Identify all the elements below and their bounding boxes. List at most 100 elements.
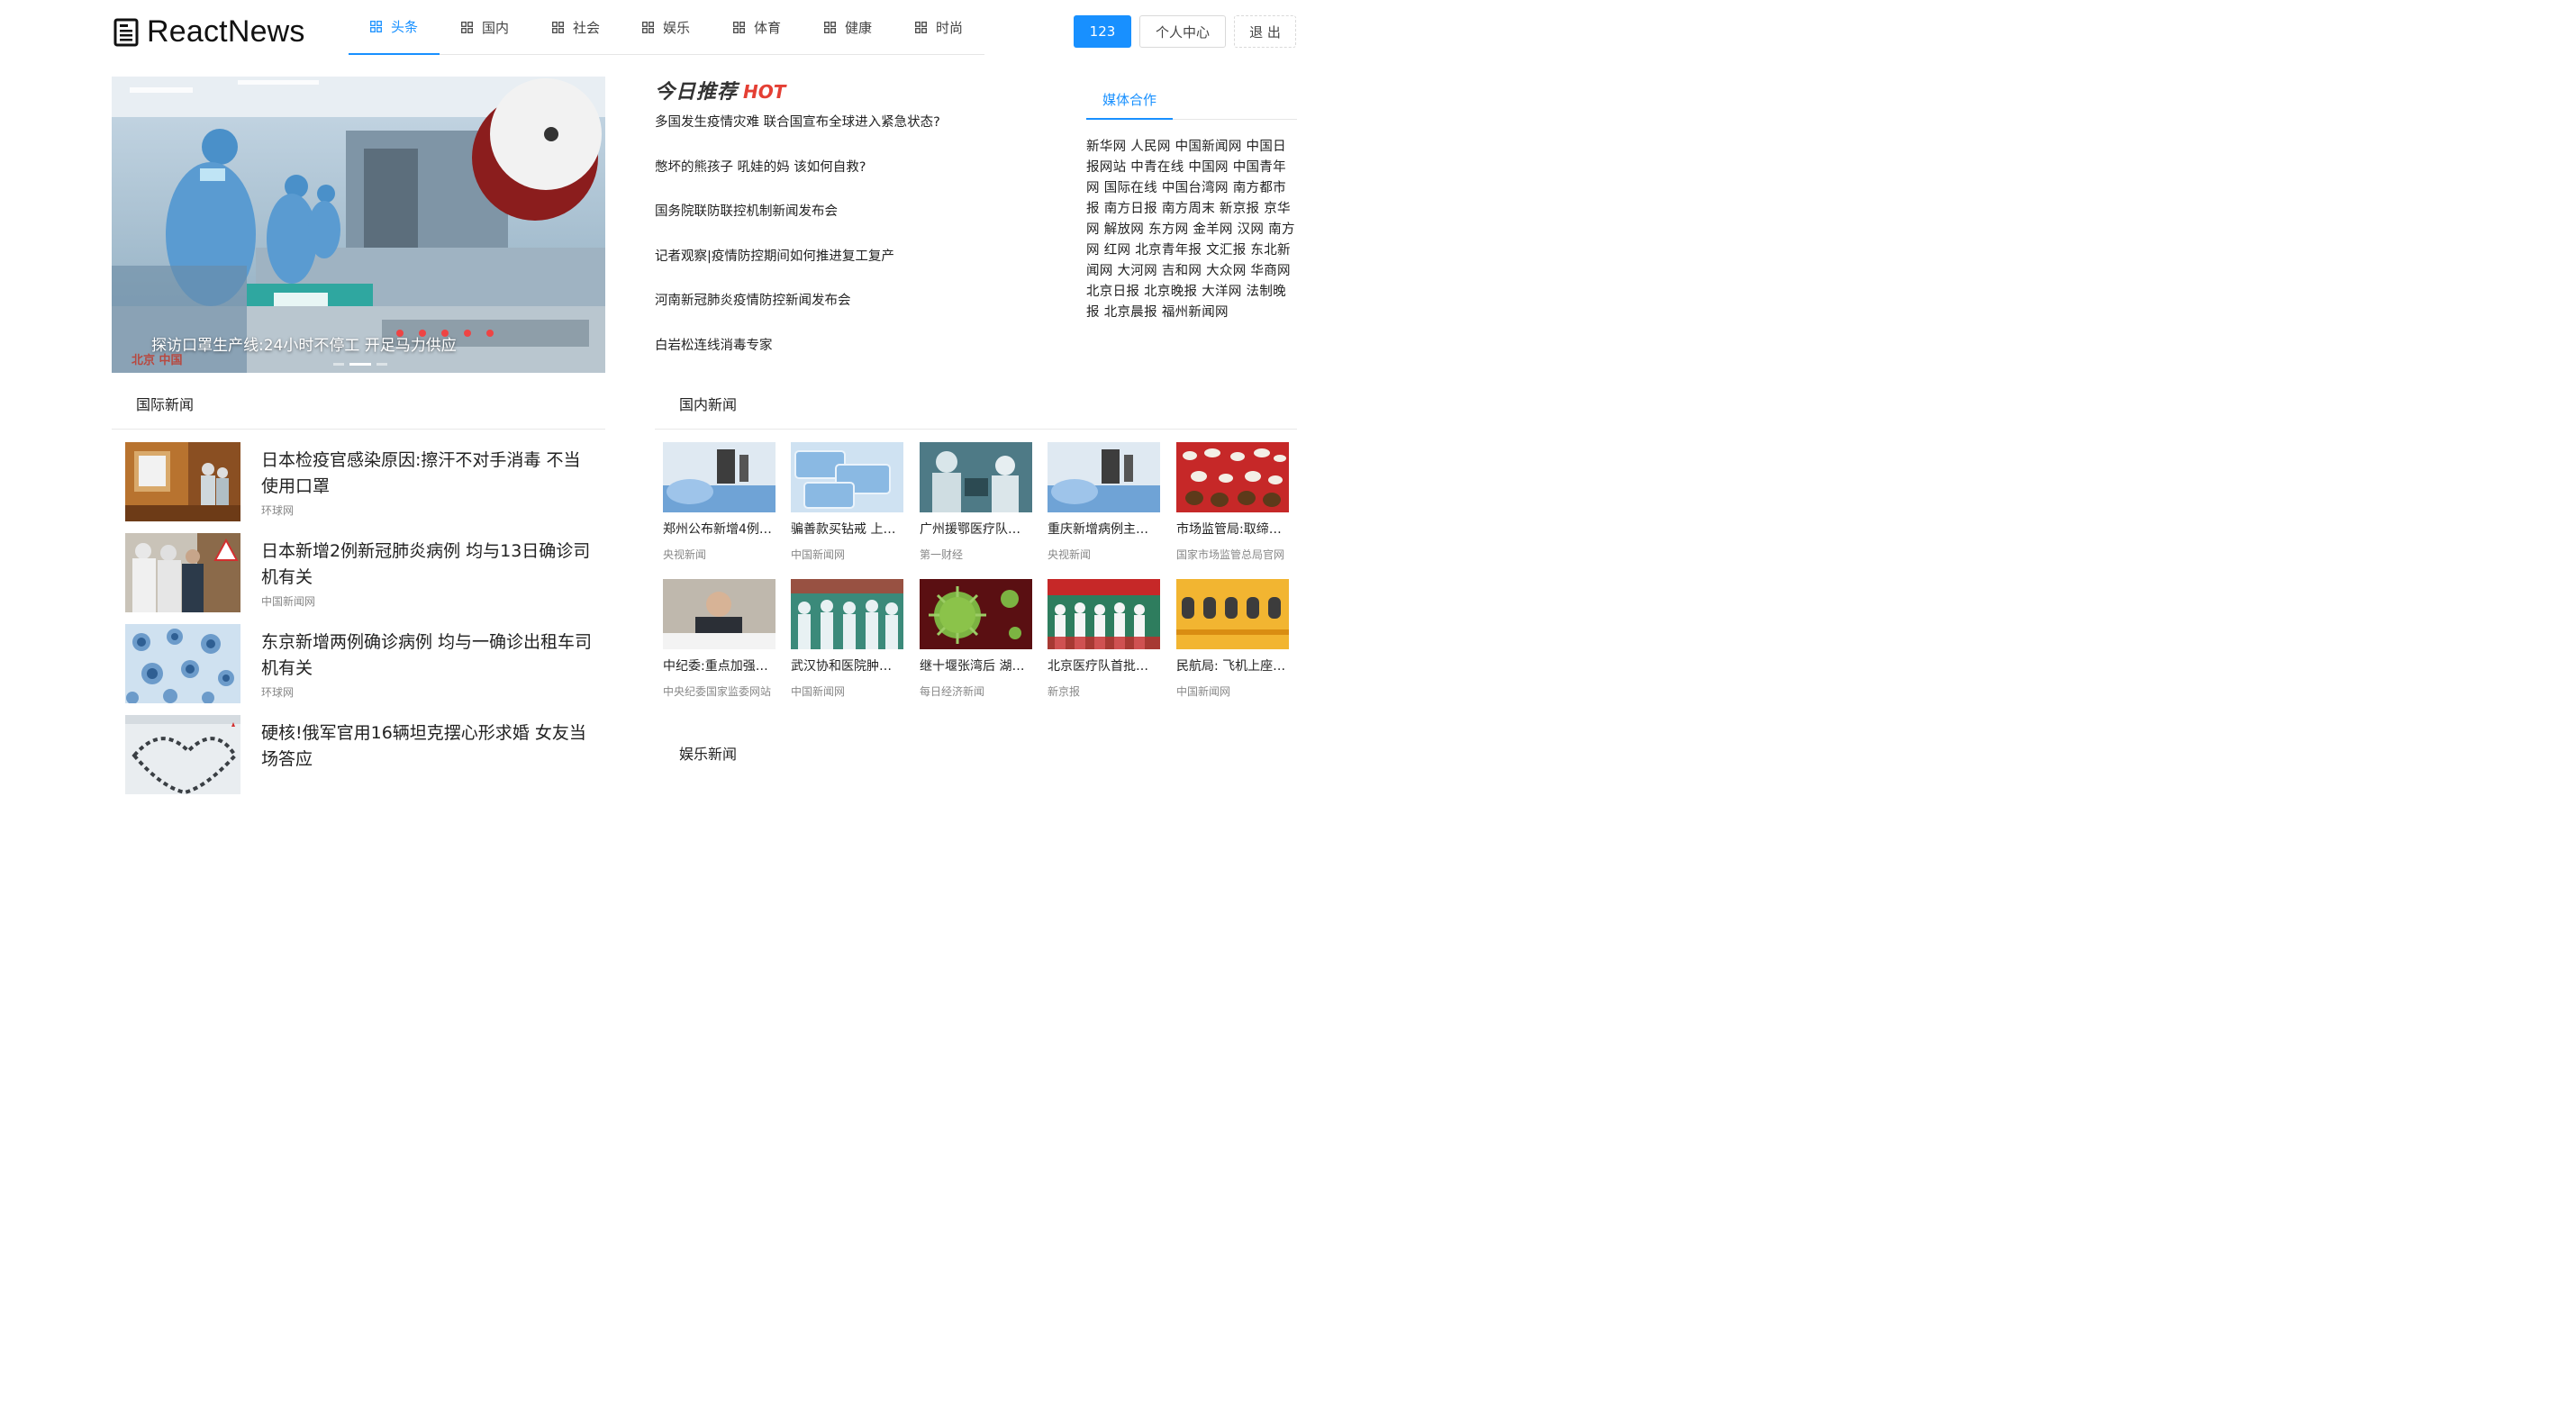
news-source: 第一财经 — [920, 548, 964, 561]
tab-label: 健康 — [844, 20, 872, 36]
hero-caption: 探访口罩生产线:24小时不停工 开足马力供应 — [151, 337, 457, 355]
hot-item[interactable]: 河南新冠肺炎疫情防控新闻发布会 — [655, 286, 1033, 331]
news-thumbnail — [1176, 579, 1289, 649]
news-source: 环球网 — [261, 686, 295, 699]
top-nav: 头条 国内 社会 娱乐 体育 健康 时尚 — [349, 0, 984, 55]
news-thumbnail — [920, 579, 1032, 649]
hot-item[interactable]: 记者观察|疫情防控期间如何推进复工复产 — [655, 242, 1033, 287]
tab-society[interactable]: 社会 — [531, 0, 621, 55]
hot-item[interactable]: 憋坏的熊孩子 吼娃的妈 该如何自救? — [655, 153, 1033, 198]
tab-fashion[interactable]: 时尚 — [893, 0, 984, 55]
grid-icon — [733, 22, 745, 33]
tab-domestic[interactable]: 国内 — [440, 0, 531, 55]
grid-icon — [552, 22, 564, 33]
news-source: 中国新闻网 — [791, 685, 846, 698]
news-source: 中国新闻网 — [791, 548, 846, 561]
news-card[interactable]: 郑州公布新增4例确诊病例 央视新闻 — [663, 442, 776, 568]
tab-label: 社会 — [572, 20, 600, 36]
hot-title: 今日推荐 HOT — [655, 76, 785, 104]
media-partner-list: 新华网 人民网 中国新闻网 中国日报网站 中青在线 中国网 中国青年网 国际在线… — [1086, 140, 1295, 320]
hot-item[interactable]: 白岩松连线消毒专家 — [655, 331, 1033, 376]
hot-title-en: HOT — [743, 81, 786, 103]
news-thumbnail — [125, 442, 240, 521]
news-card[interactable]: 广州援鄂医疗队出征 第一财经 — [920, 442, 1032, 568]
news-title: 中纪委:重点加强监督 — [663, 659, 776, 674]
hero-watermark: 北京 中国 — [132, 354, 183, 367]
tab-label: 体育 — [753, 20, 781, 36]
news-card[interactable]: 武汉协和医院肿瘤中心 中国新闻网 — [791, 579, 903, 705]
news-source: 中央纪委国家监委网站 — [663, 685, 772, 698]
hero-carousel[interactable]: 探访口罩生产线:24小时不停工 开足马力供应 北京 中国 — [112, 77, 605, 373]
news-thumbnail — [125, 533, 240, 612]
logout-button[interactable]: 退 出 — [1234, 15, 1296, 48]
news-title: 日本检疫官感染原因:擦汗不对手消毒 不当使用口罩 — [261, 450, 581, 496]
user-center-button[interactable]: 个人中心 — [1139, 15, 1226, 48]
news-thumbnail — [663, 579, 776, 649]
news-title: 民航局: 飞机上座率下降 — [1176, 659, 1289, 674]
tab-label: 头条 — [390, 19, 418, 35]
brand-name: ReactNews — [147, 14, 305, 49]
tab-media-partners[interactable]: 媒体合作 — [1086, 81, 1173, 120]
news-thumbnail — [125, 715, 240, 794]
news-thumbnail — [1048, 579, 1160, 649]
news-thumbnail — [791, 442, 903, 512]
news-card[interactable]: 市场监管局:取缔野生动物交易 国家市场监管总局官网 — [1176, 442, 1289, 568]
news-card[interactable]: 中纪委:重点加强监督 中央纪委国家监委网站 — [663, 579, 776, 705]
news-thumbnail — [125, 624, 240, 703]
user-button[interactable]: 123 — [1074, 15, 1131, 48]
news-card[interactable]: 北京医疗队首批出征武汉 新京报 — [1048, 579, 1160, 705]
news-source: 新京报 — [1048, 685, 1081, 698]
carousel-dot-active[interactable] — [349, 363, 371, 366]
news-title: 东京新增两例确诊病例 均与一确诊出租车司机有关 — [261, 632, 593, 678]
hero-image — [112, 77, 605, 373]
news-title: 重庆新增病例主要为聚集性 — [1048, 522, 1160, 537]
divider — [655, 429, 1297, 430]
tab-label: 娱乐 — [662, 20, 690, 36]
news-thumbnail — [920, 442, 1032, 512]
news-logo-icon — [113, 18, 139, 46]
hot-title-cn: 今日推荐 — [655, 81, 739, 104]
news-card[interactable]: 骗善款买钻戒 上海警方通报 中国新闻网 — [791, 442, 903, 568]
news-title: 郑州公布新增4例确诊病例 — [663, 522, 776, 537]
news-source: 央视新闻 — [663, 548, 707, 561]
news-thumbnail — [1048, 442, 1160, 512]
news-title: 继十堰张湾后 湖北多地封闭 — [920, 659, 1032, 674]
media-tabs: 媒体合作 — [1086, 81, 1297, 120]
news-title: 骗善款买钻戒 上海警方通报 — [791, 522, 903, 537]
section-title-entertainment: 娱乐新闻 — [679, 746, 738, 763]
news-source: 每日经济新闻 — [920, 685, 985, 698]
news-source: 央视新闻 — [1048, 548, 1092, 561]
news-card[interactable]: 继十堰张湾后 湖北多地封闭 每日经济新闻 — [920, 579, 1032, 705]
hot-item[interactable]: 国务院联防联控机制新闻发布会 — [655, 197, 1033, 242]
section-title-international: 国际新闻 — [136, 396, 195, 413]
news-source: 中国新闻网 — [1176, 685, 1231, 698]
tab-entertainment[interactable]: 娱乐 — [621, 0, 712, 55]
tab-headlines[interactable]: 头条 — [349, 0, 440, 55]
news-source: 国家市场监管总局官网 — [1176, 548, 1285, 561]
brand-logo[interactable]: ReactNews — [113, 14, 305, 50]
list-item[interactable]: 日本检疫官感染原因:擦汗不对手消毒 不当使用口罩 环球网 — [125, 442, 603, 523]
news-source: 环球网 — [261, 504, 295, 517]
list-item[interactable]: 日本新增2例新冠肺炎病例 均与13日确诊司机有关 中国新闻网 — [125, 533, 603, 614]
hot-list: 多国发生疫情灾难 联合国宣布全球进入紧急状态? 憋坏的熊孩子 吼娃的妈 该如何自… — [655, 108, 1033, 376]
list-item[interactable]: 硬核!俄军官用16辆坦克摆心形求婚 女友当场答应 — [125, 715, 603, 796]
news-card[interactable]: 民航局: 飞机上座率下降 中国新闻网 — [1176, 579, 1289, 705]
hot-item[interactable]: 多国发生疫情灾难 联合国宣布全球进入紧急状态? — [655, 108, 1033, 153]
carousel-dot[interactable] — [376, 363, 387, 366]
news-title: 日本新增2例新冠肺炎病例 均与13日确诊司机有关 — [261, 541, 591, 587]
news-thumbnail — [791, 579, 903, 649]
news-source: 中国新闻网 — [261, 595, 316, 608]
tab-health[interactable]: 健康 — [803, 0, 893, 55]
news-thumbnail — [1176, 442, 1289, 512]
grid-icon — [642, 22, 654, 33]
news-title: 北京医疗队首批出征武汉 — [1048, 659, 1160, 674]
news-card[interactable]: 重庆新增病例主要为聚集性 央视新闻 — [1048, 442, 1160, 568]
tab-label: 国内 — [481, 20, 509, 36]
tab-sports[interactable]: 体育 — [712, 0, 803, 55]
list-item[interactable]: 东京新增两例确诊病例 均与一确诊出租车司机有关 环球网 — [125, 624, 603, 705]
news-title: 武汉协和医院肿瘤中心 — [791, 659, 903, 674]
carousel-dot[interactable] — [333, 363, 344, 366]
news-title: 硬核!俄军官用16辆坦克摆心形求婚 女友当场答应 — [261, 723, 586, 769]
news-thumbnail — [663, 442, 776, 512]
news-title: 市场监管局:取缔野生动物交易 — [1176, 522, 1289, 537]
